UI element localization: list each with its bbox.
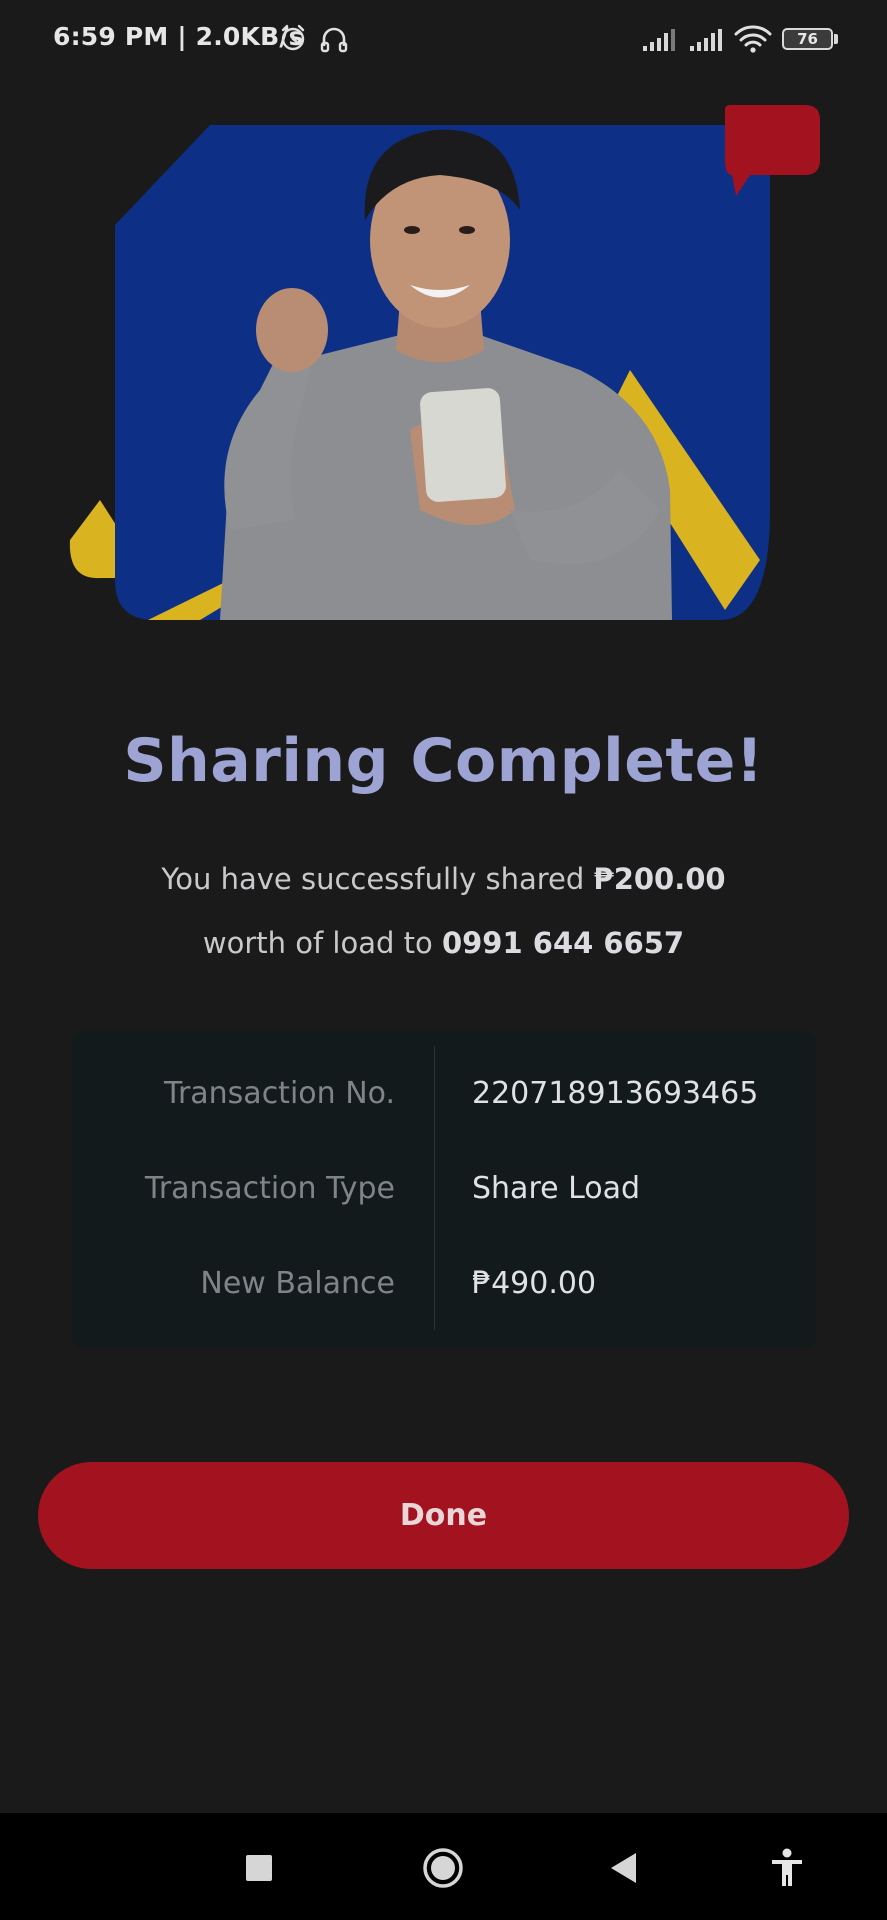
message-prefix: worth of load to bbox=[202, 926, 442, 960]
shared-amount: ₱200.00 bbox=[593, 862, 726, 896]
new-balance-label: New Balance bbox=[200, 1266, 395, 1301]
system-nav-bar bbox=[0, 1813, 887, 1920]
status-time: 6:59 PM | 2.0KB/s bbox=[53, 22, 304, 51]
transaction-no-label: Transaction No. bbox=[164, 1076, 395, 1111]
signal-icon bbox=[690, 29, 722, 51]
done-button[interactable]: Done bbox=[38, 1462, 849, 1569]
back-icon[interactable] bbox=[608, 1851, 640, 1885]
hero-illustration bbox=[69, 105, 820, 620]
headset-icon bbox=[320, 27, 348, 53]
alarm-icon bbox=[281, 24, 305, 51]
home-icon[interactable] bbox=[421, 1846, 465, 1890]
recipient-number: 0991 644 6657 bbox=[441, 926, 685, 960]
message-prefix: You have successfully shared bbox=[161, 862, 594, 896]
transaction-no-value: 220718913693465 bbox=[472, 1076, 759, 1111]
accessibility-icon[interactable] bbox=[770, 1848, 804, 1888]
transaction-type-value: Share Load bbox=[472, 1171, 641, 1206]
transaction-type-label: Transaction Type bbox=[144, 1171, 395, 1206]
battery-nub bbox=[834, 34, 838, 44]
battery-icon: 76 bbox=[782, 28, 833, 50]
wifi-icon bbox=[734, 25, 772, 53]
status-bar: 6:59 PM | 2.0KB/s 76 bbox=[0, 0, 887, 80]
page-title: Sharing Complete! bbox=[123, 726, 764, 796]
success-message-line-1: You have successfully shared ₱200.00 bbox=[0, 862, 887, 896]
details-divider bbox=[434, 1046, 435, 1330]
new-balance-value: ₱490.00 bbox=[472, 1266, 597, 1301]
recent-apps-icon[interactable] bbox=[244, 1853, 274, 1883]
success-message-line-2: worth of load to 0991 644 6657 bbox=[0, 926, 887, 960]
signal-icon bbox=[643, 29, 675, 51]
battery-level: 76 bbox=[797, 30, 818, 48]
